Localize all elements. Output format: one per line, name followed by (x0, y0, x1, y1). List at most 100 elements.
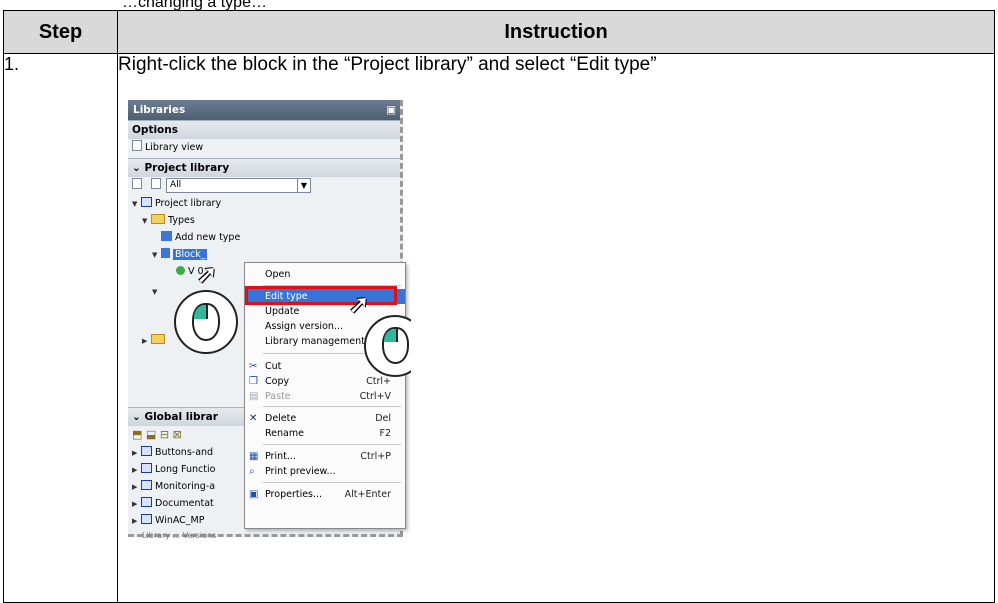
global-library-label: Monitoring-a (155, 481, 216, 492)
new-icon[interactable] (132, 178, 142, 189)
scissors-icon: ✂ (249, 361, 258, 372)
print-icon: ▦ (249, 451, 259, 462)
tree-types[interactable]: ▼ Types (142, 213, 195, 229)
copy-icon: ❐ (249, 376, 258, 387)
options-label: Options (132, 124, 178, 136)
menu-separator (263, 482, 401, 483)
library-icon (141, 463, 152, 473)
global-library-label: WinAC_MP (155, 515, 205, 526)
folder-icon (151, 334, 165, 344)
menu-label: Paste (265, 391, 291, 402)
list-view-icon[interactable] (151, 178, 162, 189)
library-icon (141, 446, 152, 456)
library-view-label: Library view (145, 142, 204, 153)
menu-item-print-preview[interactable]: ⌕ Print preview... (245, 464, 405, 479)
tree-label: Add new type (175, 232, 241, 243)
global-library-item[interactable]: ▶ Documentat (132, 496, 214, 512)
expand-right-icon[interactable]: ▶ (132, 496, 141, 512)
project-library-header: Project library (144, 162, 230, 174)
delete-x-icon: ✕ (249, 413, 258, 424)
global-libraries-header: Global librar (144, 411, 218, 423)
library-view-button[interactable]: Library view (132, 140, 203, 156)
menu-item-rename[interactable]: Rename F2 (245, 426, 405, 441)
menu-item-paste[interactable]: ▤ Paste Ctrl+V (245, 389, 405, 404)
save-library-icon[interactable]: ⊟ (160, 428, 169, 441)
menu-label: Copy (265, 376, 290, 387)
expand-right-icon[interactable]: ▶ (132, 445, 141, 461)
expand-icon[interactable]: ▼ (132, 196, 141, 212)
mouse-icon (382, 327, 409, 364)
global-library-label: Documentat (155, 498, 214, 509)
global-library-item[interactable]: ▶ Buttons-and (132, 445, 213, 461)
menu-item-properties[interactable]: ▣ Properties... Alt+Enter (245, 487, 405, 502)
paste-icon: ▤ (249, 391, 259, 402)
global-library-item[interactable]: ▶ Monitoring-a (132, 479, 215, 495)
global-library-label: Long Functio (155, 464, 216, 475)
header-step: Step (3, 10, 118, 54)
menu-item-print[interactable]: ▦ Print... Ctrl+P (245, 449, 405, 464)
project-library-bar[interactable]: ⌄ Project library (128, 158, 400, 177)
cut-off-item: Library ... Versions (142, 531, 217, 540)
menu-label: Update (265, 306, 300, 317)
expand-icon[interactable]: ▼ (152, 247, 161, 263)
menu-label: Rename (265, 428, 304, 439)
close-library-icon[interactable]: ⊠ (173, 428, 182, 441)
menu-label: Delete (265, 413, 297, 424)
chevron-down-icon[interactable]: ▼ (297, 179, 310, 192)
menu-item-update[interactable]: Update (245, 304, 405, 319)
pin-icon[interactable]: ▣ (386, 100, 396, 120)
tree-project-library[interactable]: ▼ Project library (132, 196, 221, 212)
tree-collapsed-node[interactable]: ▼ (152, 284, 161, 300)
open-library-icon[interactable]: ⬓ (146, 428, 156, 441)
project-library-toolbar: All ▼ (132, 178, 332, 194)
expand-right-icon[interactable]: ▶ (142, 333, 151, 349)
menu-separator (263, 406, 401, 407)
menu-shortcut: F2 (379, 428, 391, 439)
expand-right-icon[interactable]: ▶ (132, 513, 141, 529)
expand-right-icon[interactable]: ▶ (132, 462, 141, 478)
right-click-circle (174, 290, 238, 354)
add-type-icon (161, 231, 172, 241)
instruction-text: Right-click the block in the “Project li… (118, 54, 657, 75)
tree-label: Types (168, 215, 195, 226)
step-number: 1. (3, 53, 118, 603)
tree-folder-node[interactable]: ▶ (142, 333, 168, 349)
library-view-icon (132, 140, 142, 151)
table-row: 1. Right-click the block in the “Project… (3, 53, 995, 603)
mouse-divider (206, 305, 208, 319)
mouse-icon (192, 303, 220, 341)
menu-label: Cut (265, 361, 282, 372)
expand-icon[interactable]: ▼ (152, 284, 161, 300)
options-bar[interactable]: Options (128, 120, 400, 139)
filter-value: All (170, 180, 182, 190)
tree-add-new-type[interactable]: Add new type (161, 230, 240, 246)
menu-item-open[interactable]: Open (245, 267, 405, 282)
header-instruction: Instruction (117, 10, 995, 54)
collapse-chevron-icon: ⌄ (132, 411, 145, 423)
libraries-title: Libraries (133, 104, 186, 116)
library-icon (141, 514, 152, 524)
folder-icon (151, 214, 165, 224)
new-library-icon[interactable]: ⬒ (132, 428, 142, 441)
properties-icon: ▣ (249, 489, 259, 500)
menu-shortcut: Alt+Enter (344, 489, 391, 500)
menu-item-delete[interactable]: ✕ Delete Del (245, 411, 405, 426)
global-library-item[interactable]: ▶ Long Functio (132, 462, 215, 478)
menu-label: Assign version... (265, 321, 343, 332)
steps-table: Step Instruction 1. Right-click the bloc… (3, 10, 995, 603)
tia-libraries-screenshot: Libraries ▣ Options Library view ⌄ Proje… (128, 100, 411, 542)
menu-label: Library management (265, 336, 365, 347)
global-library-toolbar[interactable]: ⬒ ⬓ ⊟ ⊠ (132, 427, 182, 443)
cursor-arrow-icon: ➚ (348, 290, 370, 320)
expand-right-icon[interactable]: ▶ (132, 479, 141, 495)
filter-dropdown[interactable]: All ▼ (166, 178, 311, 193)
context-menu: Open Edit type Update Assign version... … (244, 262, 406, 529)
menu-item-copy[interactable]: ❐ Copy Ctrl+ (245, 374, 405, 389)
mouse-button-icon (194, 305, 206, 319)
expand-icon[interactable]: ▼ (142, 213, 151, 229)
tree-label: Project library (155, 198, 222, 209)
highlight-frame (245, 286, 397, 305)
collapse-chevron-icon: ⌄ (132, 162, 145, 174)
global-library-item[interactable]: ▶ WinAC_MP (132, 513, 205, 529)
menu-label: Print preview... (265, 466, 336, 477)
